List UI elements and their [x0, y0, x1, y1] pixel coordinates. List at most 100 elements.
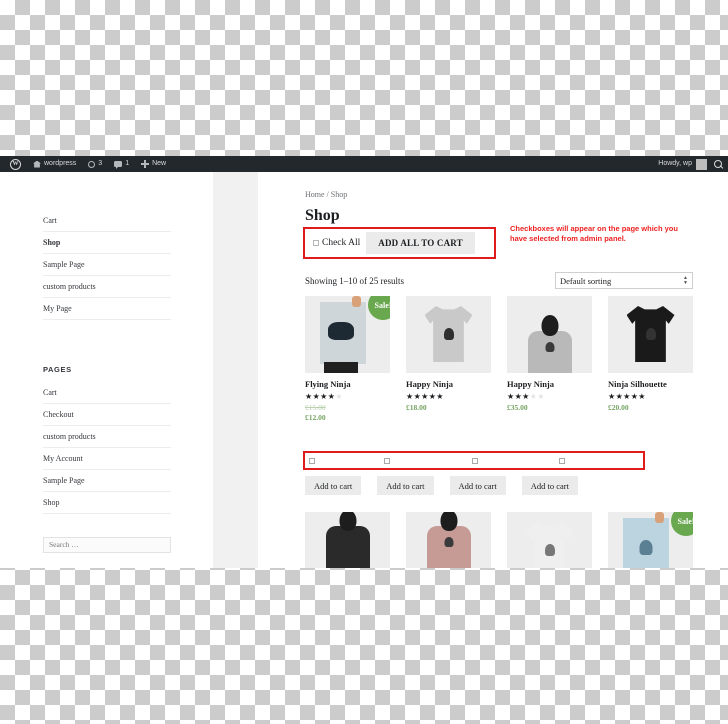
chevron-updown-icon: ▲▼	[683, 276, 688, 286]
nav-item-sample-page[interactable]: Sample Page	[43, 254, 171, 276]
white-tee-artwork	[526, 522, 574, 568]
add-to-cart-button[interactable]: Add to cart	[377, 476, 433, 495]
price-sale: £20.00	[608, 403, 693, 413]
product-checkbox[interactable]	[309, 458, 315, 464]
body-shape	[326, 526, 370, 568]
product-checkbox-slot[interactable]	[380, 458, 468, 464]
admin-bar-left-group: wordpress 3 1 New	[0, 156, 172, 172]
emblem-shape	[444, 328, 454, 340]
product-card[interactable]: Sale!	[608, 512, 693, 568]
emblem-shape	[545, 544, 555, 556]
site-name-menu[interactable]: wordpress	[27, 156, 82, 172]
pages-item-custom-products[interactable]: custom products	[43, 426, 171, 448]
product-thumbnail[interactable]	[507, 296, 592, 373]
search-icon[interactable]	[714, 160, 723, 169]
product-thumbnail[interactable]	[608, 296, 693, 373]
house-icon	[33, 161, 41, 168]
add-to-cart-button[interactable]: Add to cart	[305, 476, 361, 495]
nav-item-label: Cart	[43, 216, 57, 225]
updates-menu[interactable]: 3	[82, 156, 108, 172]
nav-item-my-page[interactable]: My Page	[43, 298, 171, 320]
product-title[interactable]: Flying Ninja	[305, 379, 390, 389]
pages-item-cart[interactable]: Cart	[43, 382, 171, 404]
price-sale: £18.00	[406, 403, 491, 413]
product-price: £15.00 £12.00	[305, 403, 390, 423]
product-card[interactable]	[507, 512, 592, 568]
product-card[interactable]: Ninja Silhouette ★★★★★ £20.00	[608, 296, 693, 423]
nav-item-cart[interactable]: Cart	[43, 210, 171, 232]
new-content-menu[interactable]: New	[135, 156, 172, 172]
product-thumbnail[interactable]	[406, 296, 491, 373]
wordpress-logo-icon	[10, 159, 21, 170]
emblem-shape	[444, 537, 453, 547]
result-count: Showing 1–10 of 25 results	[305, 276, 404, 286]
search-input[interactable]	[43, 537, 171, 553]
layout-gutter	[213, 172, 258, 568]
main-content: Home / Shop Shop Check All ADD ALL TO CA…	[258, 172, 728, 568]
star-rating: ★★★★★	[406, 392, 491, 401]
howdy-label[interactable]: Howdy, wp	[658, 156, 692, 172]
primary-nav: Cart Shop Sample Page custom products My…	[43, 210, 171, 320]
site-name-label: wordpress	[44, 156, 76, 172]
wp-logo-menu[interactable]	[4, 156, 27, 172]
add-to-cart-button[interactable]: Add to cart	[522, 476, 578, 495]
product-checkbox-slot[interactable]	[468, 458, 556, 464]
pages-item-label: Cart	[43, 388, 57, 397]
check-all-control[interactable]: Check All	[313, 238, 360, 248]
nav-item-shop[interactable]: Shop	[43, 232, 171, 254]
product-title[interactable]: Happy Ninja	[507, 379, 592, 389]
star-rating: ★★★★★	[608, 392, 693, 401]
add-to-cart-button[interactable]: Add to cart	[450, 476, 506, 495]
pages-item-checkout[interactable]: Checkout	[43, 404, 171, 426]
product-card[interactable]: Happy Ninja ★★★★★ £18.00	[406, 296, 491, 423]
site-page: Cart Shop Sample Page custom products My…	[0, 172, 728, 568]
product-card[interactable]: Sale! Flying Ninja ★★★★★ £15.00 £12.00	[305, 296, 390, 423]
product-thumbnail[interactable]	[406, 512, 491, 568]
product-checkbox[interactable]	[472, 458, 478, 464]
product-card[interactable]	[406, 512, 491, 568]
pink-hoodie-artwork	[426, 512, 472, 568]
plus-icon	[141, 160, 149, 168]
sale-badge: Sale!	[368, 296, 390, 320]
body-shape	[528, 331, 572, 373]
product-thumbnail[interactable]	[305, 512, 390, 568]
black-tee-artwork	[627, 306, 675, 362]
body-shape	[427, 526, 471, 568]
emblem-shape	[545, 342, 554, 352]
search-widget	[43, 534, 171, 553]
check-all-checkbox[interactable]	[313, 240, 319, 246]
product-thumbnail[interactable]	[507, 512, 592, 568]
head-shape	[339, 512, 356, 531]
pages-item-shop[interactable]: Shop	[43, 492, 171, 514]
site-screenshot-strip: wordpress 3 1 New Howdy, wp C	[0, 156, 728, 568]
product-checkbox-slot[interactable]	[555, 458, 643, 464]
product-checkbox[interactable]	[384, 458, 390, 464]
pages-item-sample-page[interactable]: Sample Page	[43, 470, 171, 492]
product-thumbnail[interactable]: Sale!	[608, 512, 693, 568]
product-title[interactable]: Happy Ninja	[406, 379, 491, 389]
nav-item-custom-products[interactable]: custom products	[43, 276, 171, 298]
sorting-select[interactable]: Default sorting ▲▼	[555, 272, 693, 289]
product-grid-row-1: Sale! Flying Ninja ★★★★★ £15.00 £12.00	[305, 296, 705, 423]
product-card[interactable]: Happy Ninja ★★★★★ £35.00	[507, 296, 592, 423]
product-title[interactable]: Ninja Silhouette	[608, 379, 693, 389]
pages-item-my-account[interactable]: My Account	[43, 448, 171, 470]
product-checkbox[interactable]	[559, 458, 565, 464]
product-card[interactable]	[305, 512, 390, 568]
product-thumbnail[interactable]: Sale!	[305, 296, 390, 373]
product-price: £35.00	[507, 403, 592, 413]
product-grid-row-2: Sale!	[305, 512, 705, 568]
nav-item-label: Shop	[43, 238, 60, 247]
black-hoodie-artwork	[325, 512, 371, 568]
product-checkbox-row-highlight	[303, 451, 645, 470]
comments-menu[interactable]: 1	[108, 156, 135, 172]
product-row: Sale!	[305, 512, 705, 568]
admin-bar-right-group: Howdy, wp	[658, 156, 728, 172]
bulb-shape	[640, 540, 653, 555]
breadcrumb[interactable]: Home / Shop	[305, 190, 728, 199]
avatar[interactable]	[696, 159, 707, 170]
product-checkbox-slot[interactable]	[305, 458, 380, 464]
add-all-to-cart-button[interactable]: ADD ALL TO CART	[366, 232, 475, 254]
sale-badge: Sale!	[671, 512, 693, 536]
pages-item-label: My Account	[43, 454, 83, 463]
